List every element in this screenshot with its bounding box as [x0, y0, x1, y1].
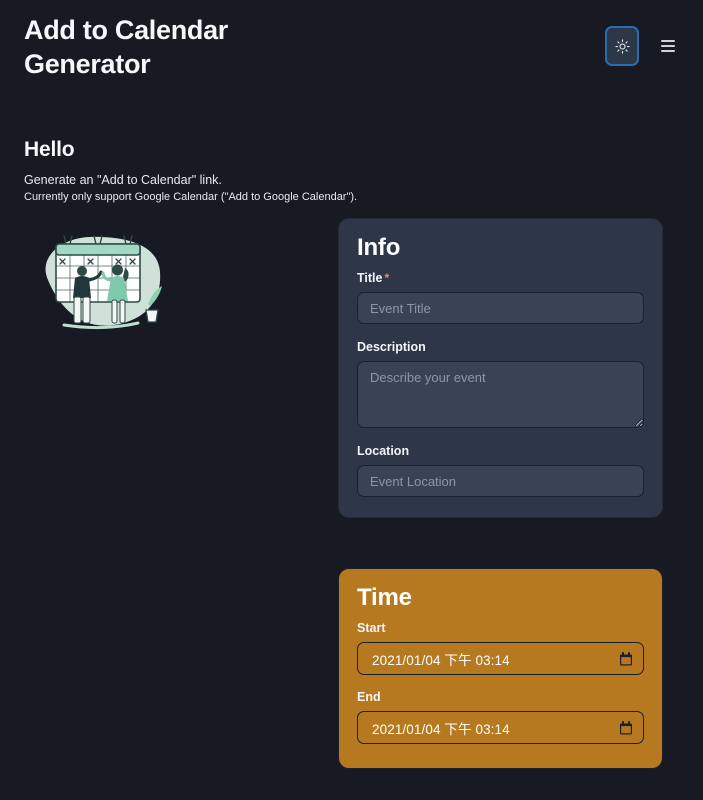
- location-field-label: Location: [357, 444, 410, 459]
- title-label-text: Title: [357, 271, 383, 286]
- hamburger-menu-icon[interactable]: [657, 35, 679, 57]
- page-title: Add to Calendar Generator: [24, 15, 229, 79]
- end-datetime-value: 2021/01/04 下午 03:14: [372, 721, 510, 737]
- menu-bar-1: [661, 40, 675, 42]
- app-header: Add to Calendar Generator: [0, 0, 703, 100]
- menu-bar-2: [661, 45, 675, 47]
- sun-icon: [614, 38, 630, 54]
- start-datetime-value: 2021/01/04 下午 03:14: [372, 652, 510, 668]
- app-root: Add to Calendar Generator Hello Generate…: [0, 0, 703, 800]
- start-datetime-input[interactable]: 2021/01/04 下午 03:14: [357, 642, 644, 676]
- calendar-icon[interactable]: [619, 651, 633, 666]
- intro-description-line-1: Generate an "Add to Calendar" link.: [24, 173, 222, 187]
- calendar-planning-illustration: [30, 228, 170, 343]
- event-location-input[interactable]: [357, 465, 644, 498]
- theme-toggle-button[interactable]: [605, 26, 639, 66]
- header-actions: [605, 26, 679, 66]
- menu-bar-3: [661, 50, 675, 52]
- intro-section: Hello Generate an "Add to Calendar" link…: [24, 138, 444, 206]
- intro-description-line-2: Currently only support Google Calendar (…: [24, 191, 358, 204]
- end-datetime-input[interactable]: 2021/01/04 下午 03:14: [357, 711, 644, 745]
- end-datetime-row: 2021/01/04 下午 03:14: [357, 711, 644, 745]
- start-field-label: Start: [357, 621, 386, 636]
- time-card-title: Time: [357, 584, 412, 611]
- required-asterisk: *: [384, 271, 390, 286]
- title-field-label: Title *: [357, 271, 644, 285]
- calendar-icon[interactable]: [619, 720, 633, 735]
- event-title-input[interactable]: [357, 292, 644, 325]
- info-card-title: Info: [357, 234, 401, 261]
- time-card: Time Start 2021/01/04 下午 03:14 End 2021/…: [338, 568, 663, 770]
- start-datetime-row: 2021/01/04 下午 03:14: [357, 642, 644, 676]
- event-description-textarea[interactable]: [357, 361, 644, 429]
- end-field-label: End: [357, 690, 381, 705]
- description-field-label: Description: [357, 340, 426, 355]
- intro-heading: Hello: [24, 138, 75, 161]
- info-card: Info Title* Description Location: [338, 218, 663, 519]
